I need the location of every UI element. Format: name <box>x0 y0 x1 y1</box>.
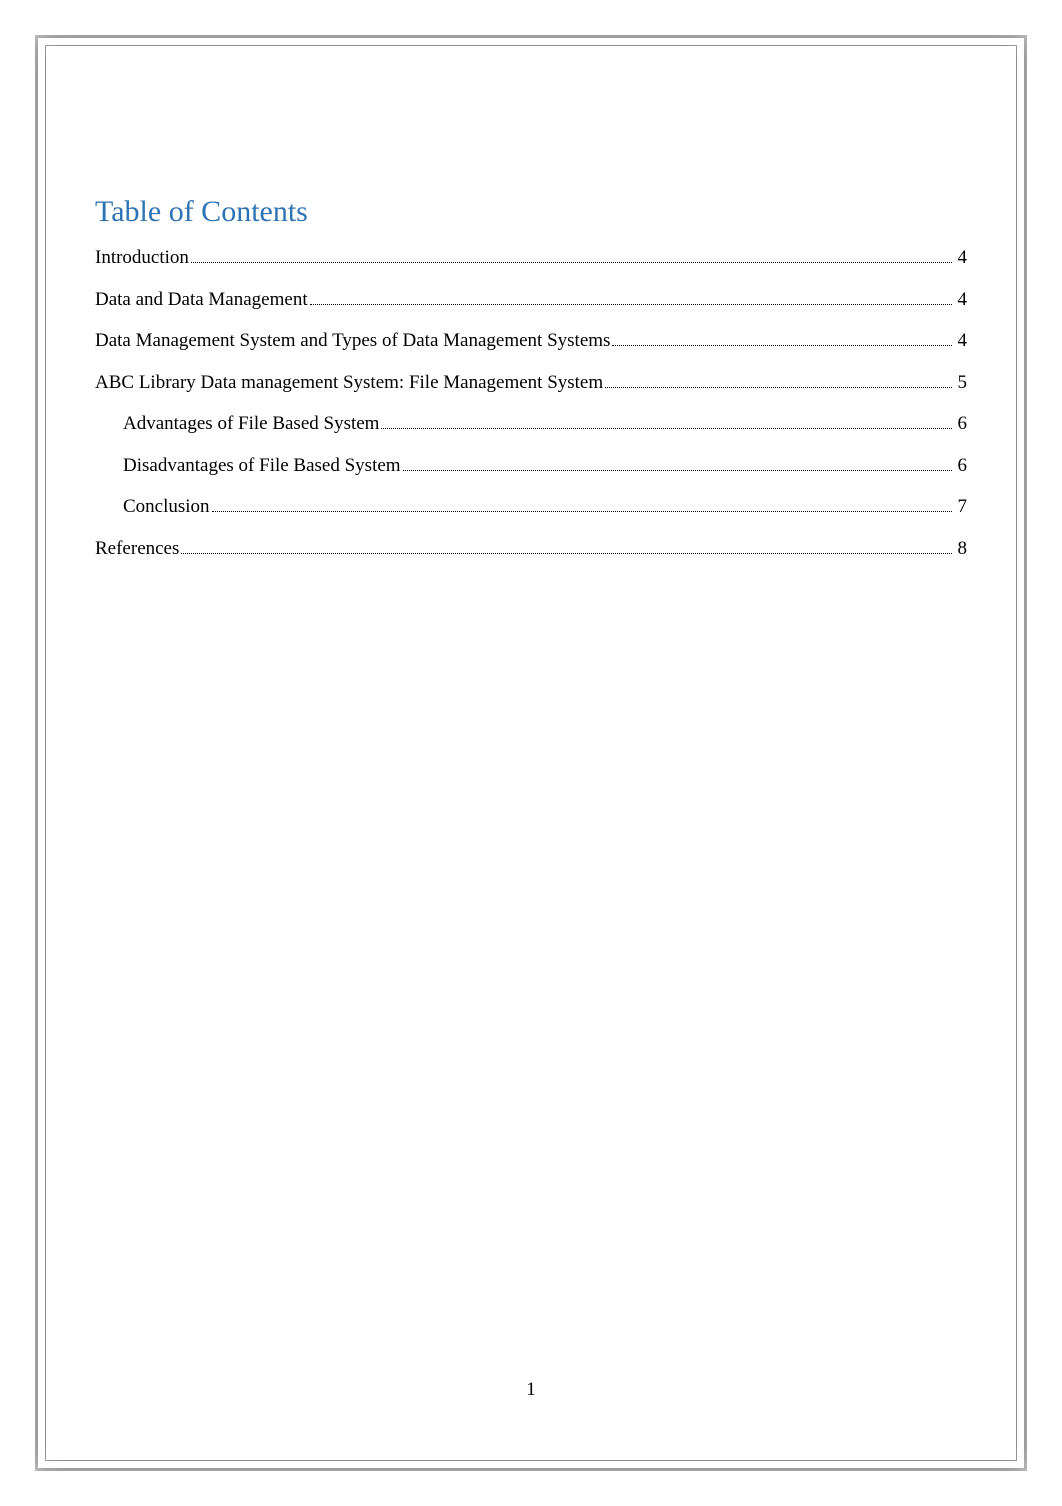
page-number: 1 <box>95 1379 967 1401</box>
toc-entry-label: Conclusion <box>123 493 210 522</box>
toc-entry: Data and Data Management 4 <box>95 286 967 315</box>
toc-entry-label: ABC Library Data management System: File… <box>95 369 603 398</box>
toc-entry: References 8 <box>95 535 967 564</box>
toc-entry: Introduction 4 <box>95 244 967 273</box>
toc-entry: Disadvantages of File Based System 6 <box>95 452 967 481</box>
toc-entry-label: Disadvantages of File Based System <box>123 452 401 481</box>
toc-entry-label: Advantages of File Based System <box>123 410 379 439</box>
toc-entry-page: 6 <box>955 410 968 439</box>
toc-leader <box>612 345 951 346</box>
toc-leader <box>191 262 952 263</box>
toc-entry-page: 4 <box>955 244 968 273</box>
toc-entry-page: 6 <box>955 452 968 481</box>
toc-leader <box>181 553 951 554</box>
toc-entry: Data Management System and Types of Data… <box>95 327 967 356</box>
toc-entry-page: 4 <box>955 286 968 315</box>
toc-entry-page: 7 <box>955 493 968 522</box>
page-content: Table of Contents Introduction 4 Data an… <box>95 65 967 1441</box>
toc-entry-page: 8 <box>955 535 968 564</box>
toc-leader <box>403 470 952 471</box>
toc-entry-page: 4 <box>955 327 968 356</box>
toc-entry-label: Data and Data Management <box>95 286 308 315</box>
toc-list: Introduction 4 Data and Data Management … <box>95 244 967 563</box>
toc-entry: ABC Library Data management System: File… <box>95 369 967 398</box>
toc-leader <box>381 428 951 429</box>
document-page: Table of Contents Introduction 4 Data an… <box>0 0 1062 1506</box>
toc-leader <box>212 511 952 512</box>
toc-leader <box>310 304 952 305</box>
toc-entry-label: References <box>95 535 179 564</box>
toc-title: Table of Contents <box>95 195 967 229</box>
toc-entry-label: Introduction <box>95 244 189 273</box>
toc-entry: Conclusion 7 <box>95 493 967 522</box>
toc-entry-label: Data Management System and Types of Data… <box>95 327 610 356</box>
toc-leader <box>605 387 951 388</box>
toc-entry: Advantages of File Based System 6 <box>95 410 967 439</box>
toc-entry-page: 5 <box>955 369 968 398</box>
